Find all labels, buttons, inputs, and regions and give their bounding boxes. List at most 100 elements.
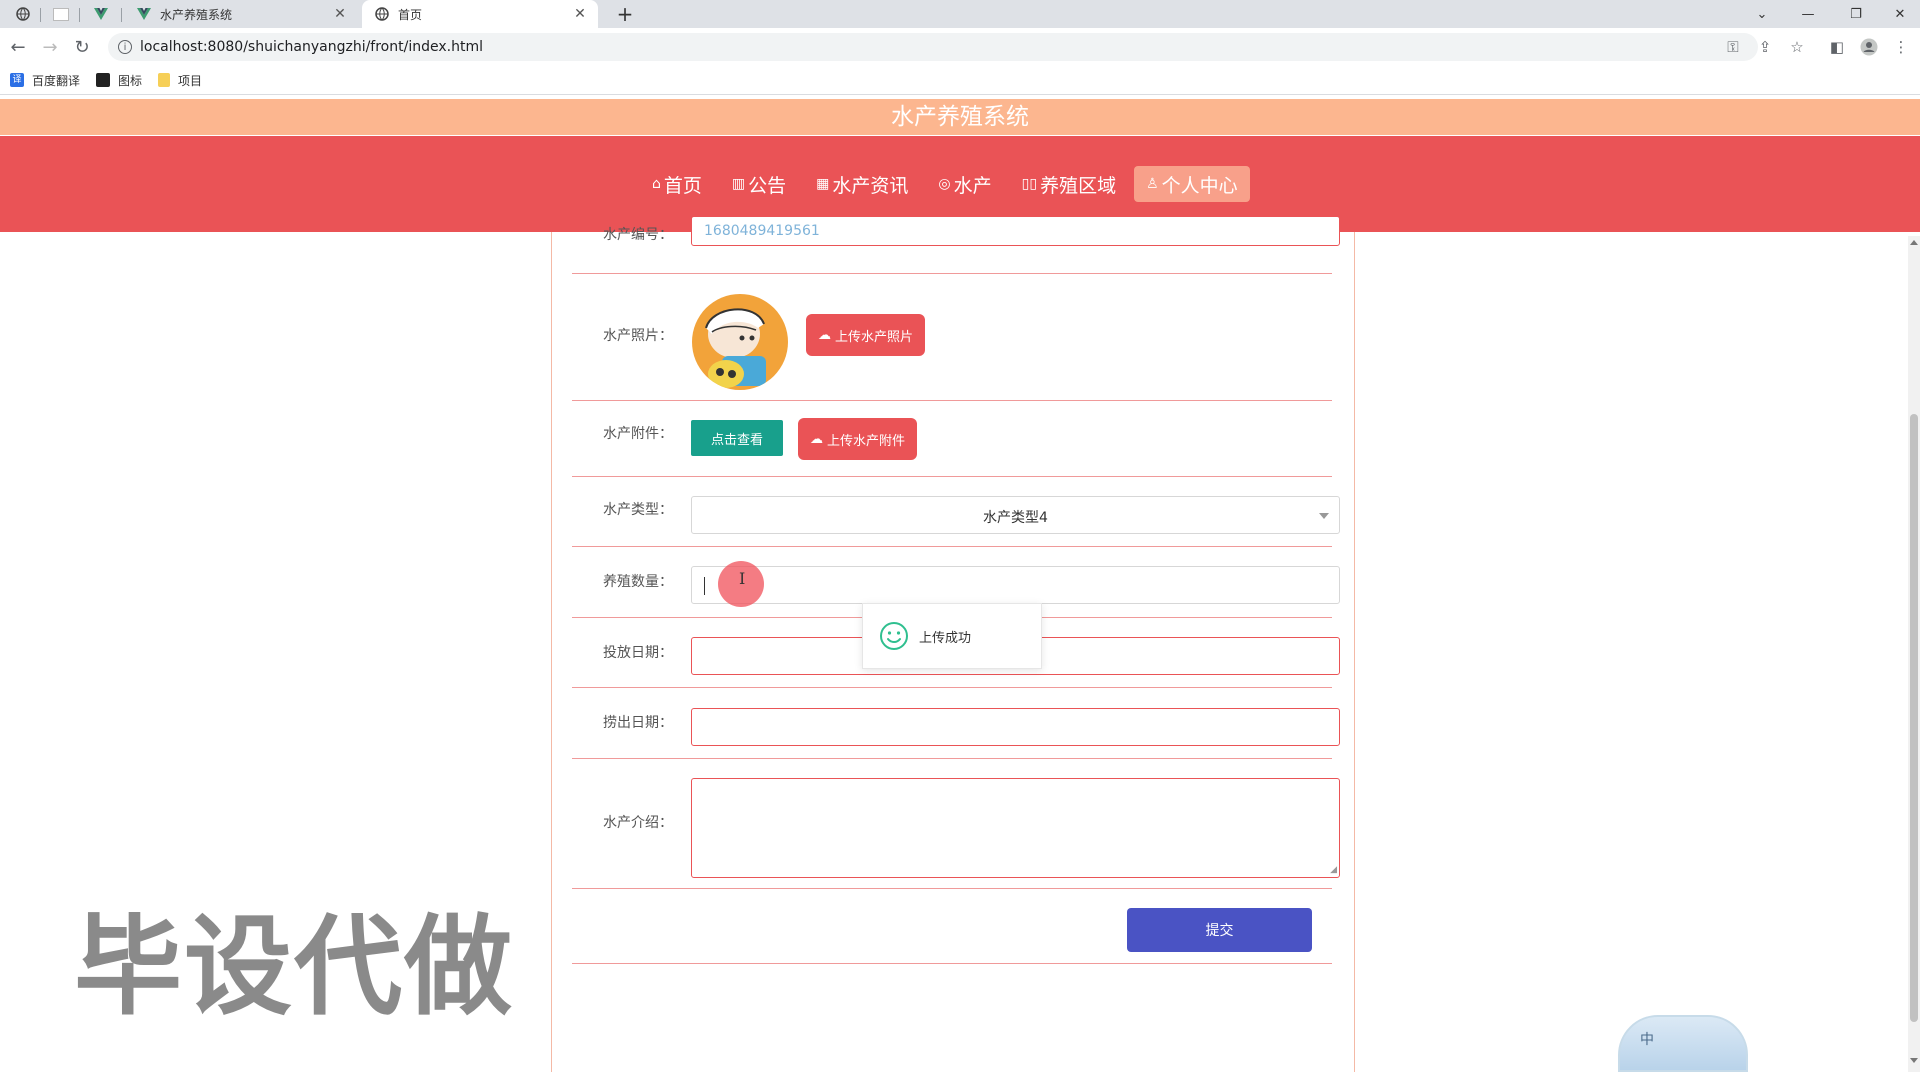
bookmarks-bar: 译 百度翻译 图标 项目 xyxy=(0,66,1920,95)
chevron-down-icon xyxy=(1319,513,1329,519)
text-caret xyxy=(704,577,705,595)
nav-label: 公告 xyxy=(748,174,787,197)
view-attachment-button[interactable]: 点击查看 xyxy=(691,420,783,456)
globe-icon xyxy=(374,6,390,22)
close-icon[interactable]: ✕ xyxy=(572,6,588,22)
back-icon[interactable]: ← xyxy=(6,35,30,59)
site-info-icon[interactable]: i xyxy=(118,40,132,54)
tab-shuichan-system[interactable]: 水产养殖系统 ✕ xyxy=(124,0,358,28)
nav-label: 水产 xyxy=(953,174,992,197)
nav-item-news[interactable]: ▦ 水产资讯 xyxy=(804,166,920,202)
tab-separator xyxy=(79,8,80,22)
harvest-date-label: 捞出日期： xyxy=(603,715,673,731)
address-bar-row: ← → ↻ i localhost:8080/shuichanyangzhi/f… xyxy=(0,28,1920,66)
smile-icon xyxy=(880,622,908,650)
nav-item-area[interactable]: ▯▯ 养殖区域 xyxy=(1010,166,1128,202)
nav-item-aquatic[interactable]: ◎ 水产 xyxy=(926,166,1003,202)
aquatic-photo xyxy=(692,294,788,390)
forward-icon[interactable]: → xyxy=(38,35,62,59)
upload-photo-button[interactable]: ☁ 上传水产照片 xyxy=(806,314,926,356)
side-panel-icon[interactable]: ◧ xyxy=(1826,36,1848,58)
page-scrollbar[interactable] xyxy=(1908,236,1920,1072)
blank-tab-icon[interactable] xyxy=(48,0,74,28)
form-row-harvest-date: 捞出日期： xyxy=(572,687,1340,759)
resize-handle-icon[interactable]: ◢ xyxy=(1330,865,1337,875)
star-icon[interactable]: ☆ xyxy=(1786,36,1808,58)
home-icon: ⌂ xyxy=(652,176,661,192)
harvest-date-input[interactable] xyxy=(691,708,1340,746)
submit-button[interactable]: 提交 xyxy=(1127,908,1312,952)
bookmark-project[interactable]: 项目 xyxy=(158,72,202,89)
nav-item-home[interactable]: ⌂ 首页 xyxy=(640,166,714,202)
bookmark-baidu-translate[interactable]: 译 百度翻译 xyxy=(10,72,80,89)
tab-separator xyxy=(40,8,41,22)
notice-icon: ▥ xyxy=(731,176,746,192)
form-row-attachment: 水产附件： 点击查看 ☁ 上传水产附件 xyxy=(572,400,1332,477)
watermark-text: 毕设代做 xyxy=(74,905,515,1030)
reload-icon[interactable]: ↻ xyxy=(70,35,94,59)
profile-icon[interactable] xyxy=(1858,36,1880,58)
key-icon[interactable]: ⚿ xyxy=(1722,36,1744,58)
quantity-label: 养殖数量： xyxy=(603,574,673,590)
globe-icon[interactable] xyxy=(10,0,36,28)
nav-item-user-center[interactable]: ♙ 个人中心 xyxy=(1134,166,1250,202)
scroll-up-arrow-icon[interactable] xyxy=(1910,240,1918,245)
release-date-label: 投放日期： xyxy=(603,645,673,661)
code-field[interactable]: 1680489419561 xyxy=(691,216,1340,246)
site-title: 水产养殖系统 xyxy=(0,99,1920,135)
intro-textarea[interactable]: ◢ xyxy=(691,778,1340,878)
nav-label: 首页 xyxy=(663,174,702,197)
form-row-code: 水产编号： 1680489419561 xyxy=(572,216,1340,274)
area-icon: ▯▯ xyxy=(1021,176,1038,192)
vue-logo-icon[interactable] xyxy=(88,0,114,28)
bookmark-label: 项目 xyxy=(178,73,203,88)
form-row-intro: 水产介绍： ◢ xyxy=(572,758,1340,889)
minimize-icon[interactable]: — xyxy=(1788,0,1828,28)
url-field[interactable]: i localhost:8080/shuichanyangzhi/front/i… xyxy=(108,33,1758,61)
photo-label: 水产照片： xyxy=(603,328,673,344)
vue-logo-icon xyxy=(136,6,152,22)
bookmark-label: 图标 xyxy=(118,73,143,88)
new-tab-button[interactable]: + xyxy=(612,0,638,28)
form-row-submit: 提交 xyxy=(572,888,1332,964)
window-close-icon[interactable]: ✕ xyxy=(1880,0,1920,28)
type-selected-value: 水产类型4 xyxy=(983,510,1048,526)
tab-home[interactable]: 首页 ✕ xyxy=(362,0,598,28)
type-select[interactable]: 水产类型4 xyxy=(691,496,1340,534)
tab-separator xyxy=(121,8,122,22)
bookmark-label: 百度翻译 xyxy=(32,73,81,88)
upload-attachment-button[interactable]: ☁ 上传水产附件 xyxy=(798,418,918,460)
toast-message: 上传成功 xyxy=(919,630,972,646)
ime-floating-widget[interactable]: 中 xyxy=(1618,1015,1748,1072)
nav-label: 水产资讯 xyxy=(832,174,909,197)
translate-icon: 译 xyxy=(10,73,24,87)
scroll-down-arrow-icon[interactable] xyxy=(1910,1058,1918,1063)
fish-icon: ◎ xyxy=(938,176,951,192)
restore-icon[interactable]: ❐ xyxy=(1836,0,1876,28)
button-label: 上传水产附件 xyxy=(827,433,906,449)
bookmark-icons[interactable]: 图标 xyxy=(96,72,142,89)
quantity-input[interactable] xyxy=(691,566,1340,604)
button-label: 上传水产照片 xyxy=(835,329,914,345)
share-icon[interactable]: ⇪ xyxy=(1754,36,1776,58)
ime-mode-label: 中 xyxy=(1640,1032,1654,1048)
code-value: 1680489419561 xyxy=(704,223,820,239)
type-label: 水产类型： xyxy=(603,502,673,518)
scrollbar-thumb[interactable] xyxy=(1910,414,1918,1022)
tab-title: 水产养殖系统 xyxy=(160,7,233,22)
intro-label: 水产介绍： xyxy=(603,815,673,831)
text-cursor-icon: I xyxy=(739,569,746,588)
tab-search-icon[interactable]: ⌄ xyxy=(1742,0,1782,28)
nav-list: ⌂ 首页 ▥ 公告 ▦ 水产资讯 ◎ 水产 ▯▯ 养殖区域 ♙ 个人中心 xyxy=(640,166,1256,202)
nav-item-notice[interactable]: ▥ 公告 xyxy=(720,166,798,202)
menu-dots-icon[interactable]: ⋮ xyxy=(1890,36,1912,58)
url-text: localhost:8080/shuichanyangzhi/front/ind… xyxy=(140,39,483,55)
nav-label: 个人中心 xyxy=(1161,174,1238,197)
close-icon[interactable]: ✕ xyxy=(332,6,348,22)
cloud-upload-icon: ☁ xyxy=(810,431,823,447)
attachment-label: 水产附件： xyxy=(603,426,673,442)
user-icon: ♙ xyxy=(1146,176,1159,192)
folder-icon xyxy=(158,73,171,87)
tab-title: 首页 xyxy=(398,7,423,22)
nav-label: 养殖区域 xyxy=(1040,174,1117,197)
